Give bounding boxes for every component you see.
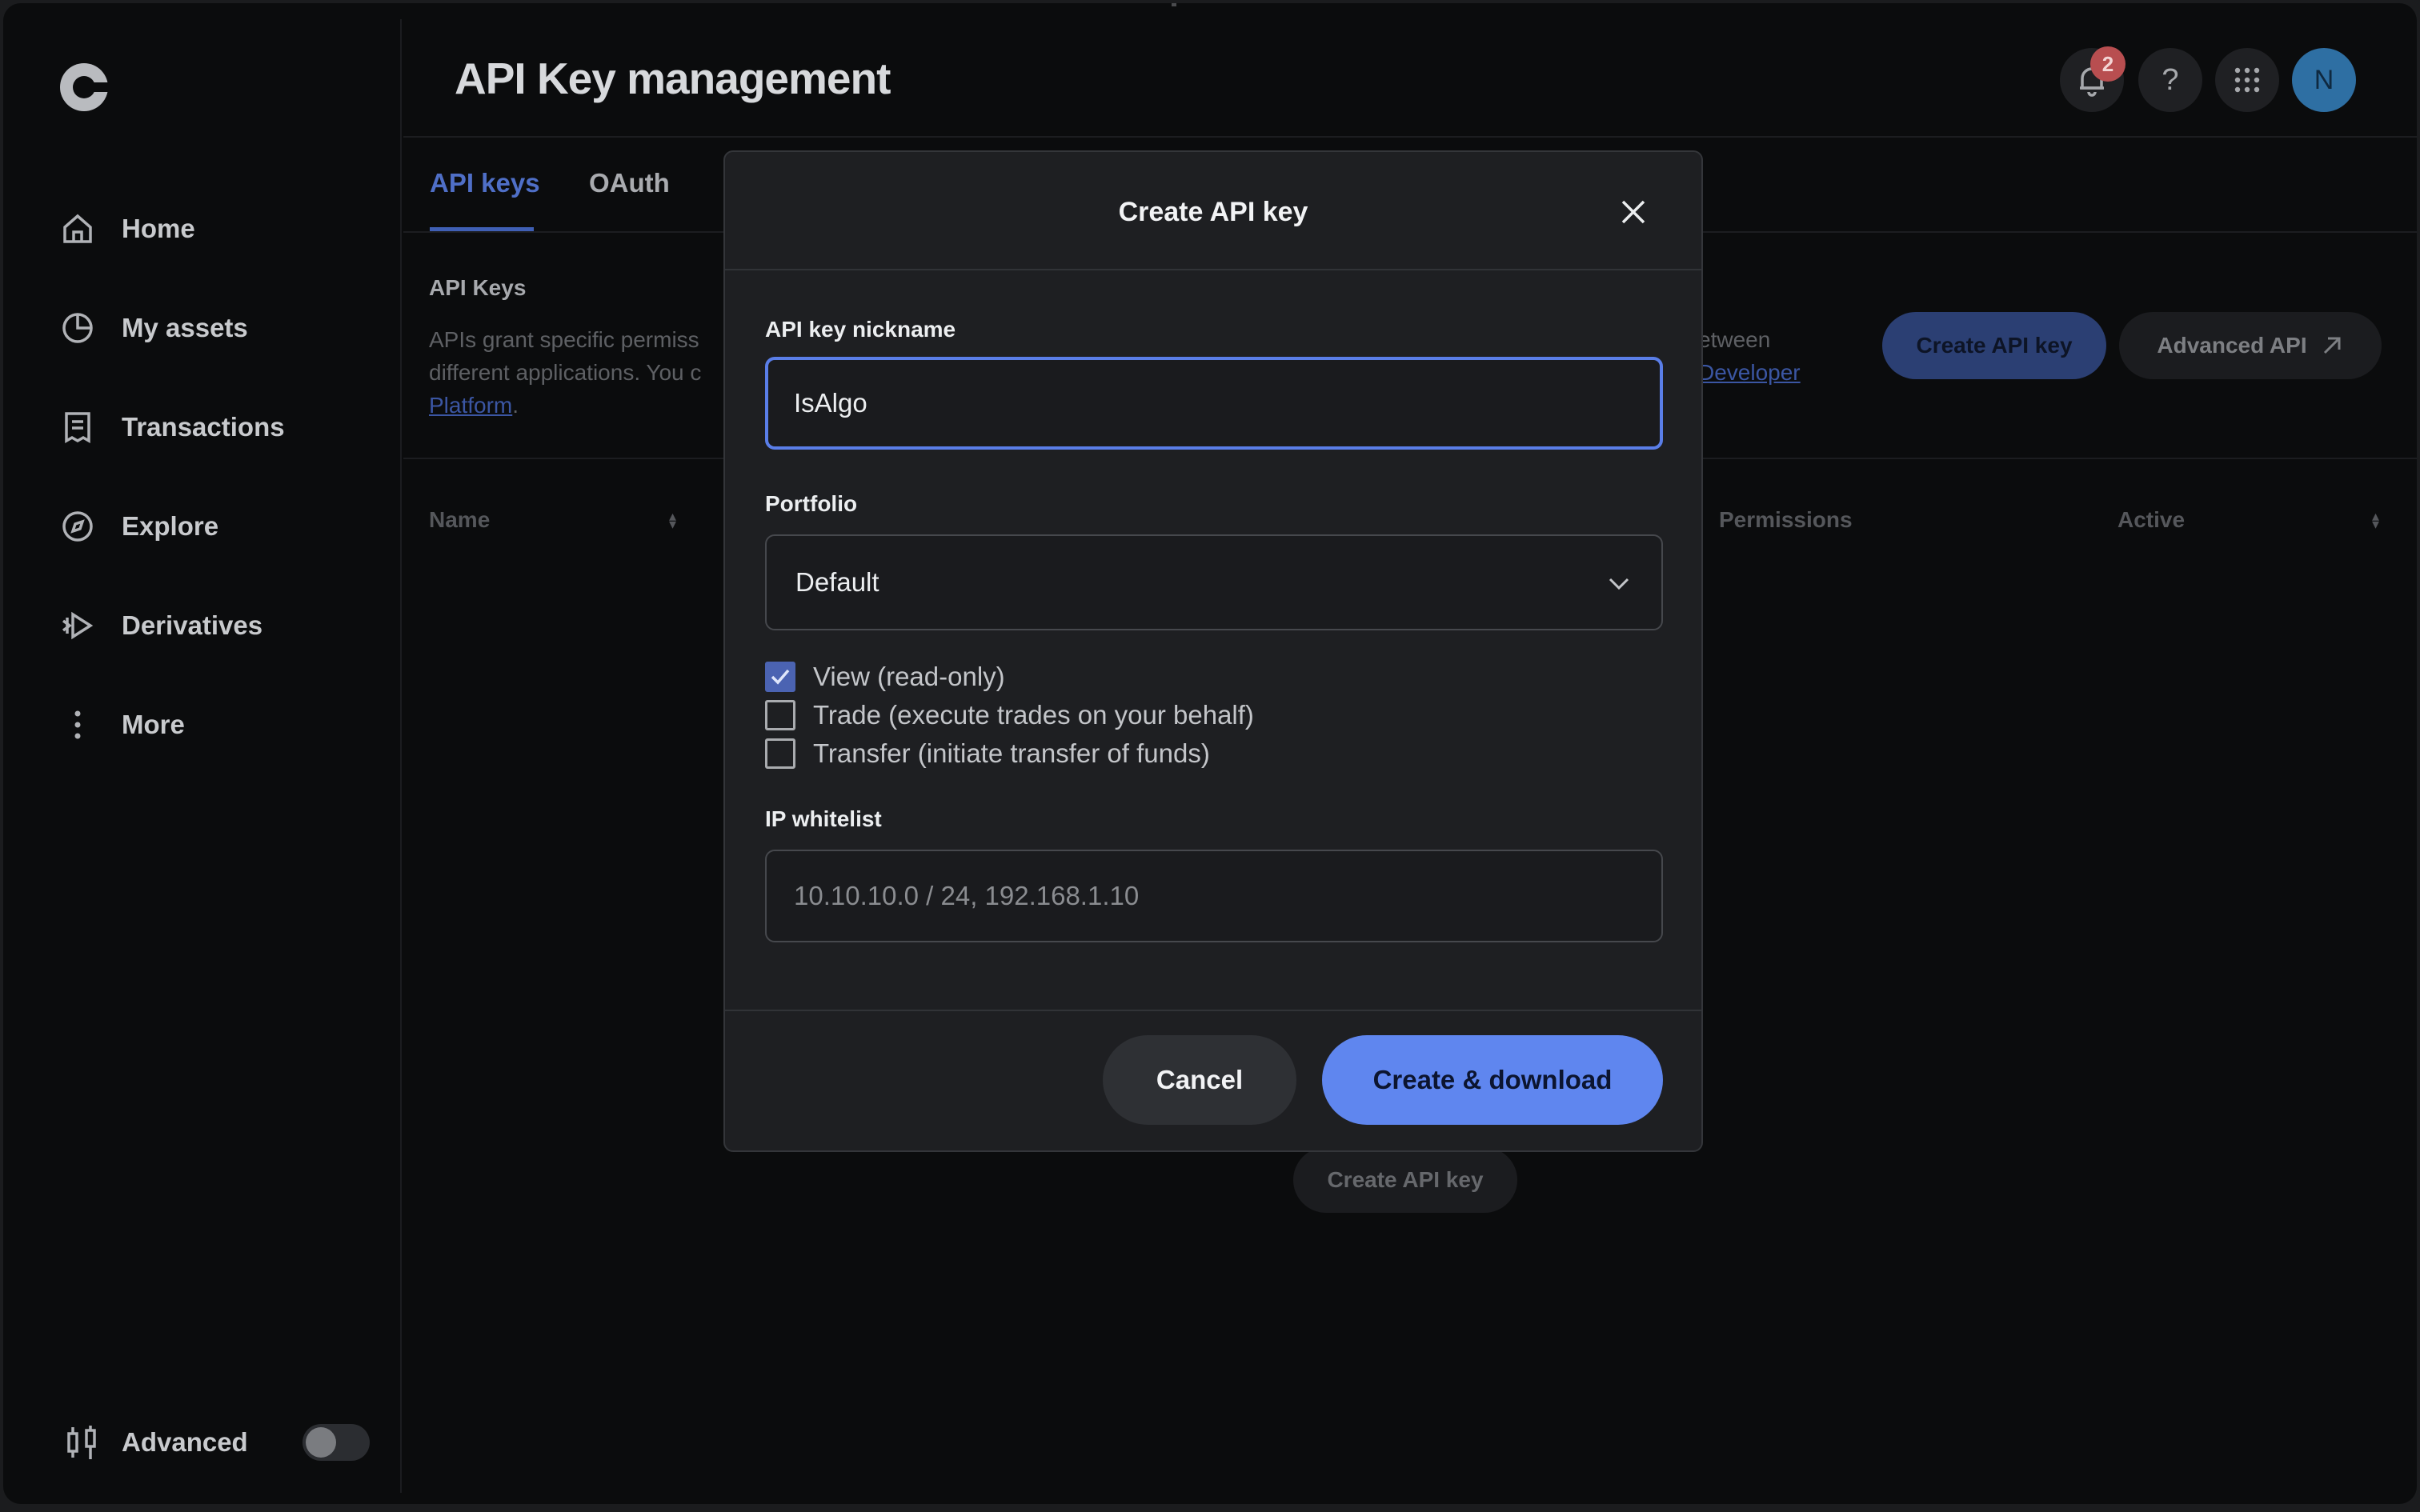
grid-icon — [2234, 67, 2260, 93]
column-header-active[interactable]: Active — [2118, 507, 2185, 533]
trade-checkbox[interactable] — [765, 700, 795, 730]
description-line: different applications. You c — [429, 360, 702, 385]
create-download-button[interactable]: Create & download — [1322, 1035, 1663, 1125]
coinbase-logo-icon[interactable] — [58, 61, 110, 114]
sidebar-item-label: Explore — [122, 511, 219, 541]
header-divider — [403, 136, 2417, 138]
candlestick-icon — [67, 1426, 96, 1459]
permission-transfer-row[interactable]: Transfer (initiate transfer of funds) — [765, 736, 1210, 771]
sidebar-item-my-assets[interactable]: My assets — [59, 296, 379, 360]
sidebar: Home My assets Transactions Explore Deri… — [16, 19, 402, 1493]
column-header-permissions: Permissions — [1719, 507, 1853, 532]
permission-label: Transfer (initiate transfer of funds) — [813, 738, 1210, 768]
apps-button[interactable] — [2215, 48, 2279, 112]
advanced-toggle[interactable] — [302, 1424, 370, 1461]
description-line: Platform. — [429, 389, 733, 422]
sidebar-item-explore[interactable]: Explore — [59, 494, 379, 558]
section-title: API Keys — [429, 275, 527, 300]
section-description: APIs grant specific permiss different ap… — [429, 323, 733, 422]
window-notch — [1172, 3, 1176, 6]
column-header-name[interactable]: Name — [429, 507, 490, 533]
advanced-api-label: Advanced API — [2157, 333, 2307, 358]
sidebar-item-label: Derivatives — [122, 610, 263, 640]
ip-whitelist-input[interactable] — [765, 850, 1663, 942]
nickname-label: API key nickname — [765, 317, 956, 342]
pie-chart-icon — [59, 310, 96, 346]
advanced-label: Advanced — [122, 1427, 248, 1457]
sort-icon[interactable]: ▴ ▾ — [2372, 509, 2379, 531]
home-icon — [59, 210, 96, 247]
permission-label: Trade (execute trades on your behalf) — [813, 700, 1254, 730]
create-api-key-button[interactable]: Create API key — [1882, 312, 2106, 379]
transfer-checkbox[interactable] — [765, 738, 795, 769]
avatar[interactable]: N — [2292, 48, 2356, 112]
nickname-input[interactable] — [765, 357, 1663, 450]
sort-icon[interactable]: ▴ ▾ — [669, 509, 676, 531]
sidebar-item-label: My assets — [122, 313, 248, 342]
sidebar-item-transactions[interactable]: Transactions — [59, 395, 379, 459]
permission-trade-row[interactable]: Trade (execute trades on your behalf) — [765, 698, 1254, 733]
portfolio-label: Portfolio — [765, 491, 858, 516]
app-window: Home My assets Transactions Explore Deri… — [3, 3, 2417, 1504]
dialog-title: Create API key — [1118, 197, 1308, 227]
sidebar-item-more[interactable]: More — [59, 693, 379, 757]
create-api-key-dialog: Create API key API key nickname Portfoli… — [723, 150, 1703, 1152]
page-title: API Key management — [455, 54, 891, 103]
sidebar-item-home[interactable]: Home — [59, 197, 379, 261]
dialog-footer-divider — [725, 1010, 1701, 1011]
portfolio-selected-value: Default — [795, 567, 879, 597]
toggle-knob — [306, 1427, 336, 1458]
close-icon — [1621, 200, 1645, 224]
permission-view-row[interactable]: View (read-only) — [765, 659, 1005, 694]
chevron-down-icon — [1609, 578, 1629, 590]
sidebar-item-label: Home — [122, 214, 195, 243]
permission-label: View (read-only) — [813, 662, 1005, 691]
dialog-divider — [725, 269, 1701, 270]
notification-badge: 2 — [2090, 46, 2126, 82]
sidebar-item-label: Transactions — [122, 412, 285, 442]
platform-link[interactable]: Platform — [429, 393, 512, 418]
close-button[interactable] — [1613, 192, 1653, 232]
empty-state-create-button[interactable]: Create API key — [1293, 1147, 1517, 1213]
tab-api-keys[interactable]: API keys — [430, 168, 540, 198]
cancel-button[interactable]: Cancel — [1103, 1035, 1296, 1125]
tab-oauth[interactable]: OAuth — [589, 168, 670, 198]
compass-icon — [59, 508, 96, 545]
description-line: Developer — [1698, 356, 1801, 389]
section-description-right: etween Developer — [1698, 323, 1801, 389]
description-suffix: . — [512, 393, 519, 418]
more-vertical-icon — [59, 706, 96, 743]
sidebar-item-label: More — [122, 710, 185, 739]
sidebar-item-derivatives[interactable]: Derivatives — [59, 594, 379, 658]
check-icon — [771, 669, 790, 685]
receipt-icon — [59, 409, 96, 446]
advanced-api-button[interactable]: Advanced API — [2119, 312, 2382, 379]
description-line: etween — [1698, 327, 1771, 352]
help-icon: ? — [2162, 62, 2179, 97]
help-button[interactable]: ? — [2138, 48, 2202, 112]
advanced-mode-row: Advanced — [66, 1414, 378, 1470]
view-checkbox[interactable] — [765, 662, 795, 692]
external-link-icon — [2323, 337, 2341, 354]
portfolio-select[interactable]: Default — [765, 534, 1663, 630]
developer-link[interactable]: Developer — [1698, 360, 1801, 385]
description-line: APIs grant specific permiss — [429, 327, 699, 352]
ip-whitelist-label: IP whitelist — [765, 806, 882, 831]
derivatives-icon — [59, 607, 96, 644]
